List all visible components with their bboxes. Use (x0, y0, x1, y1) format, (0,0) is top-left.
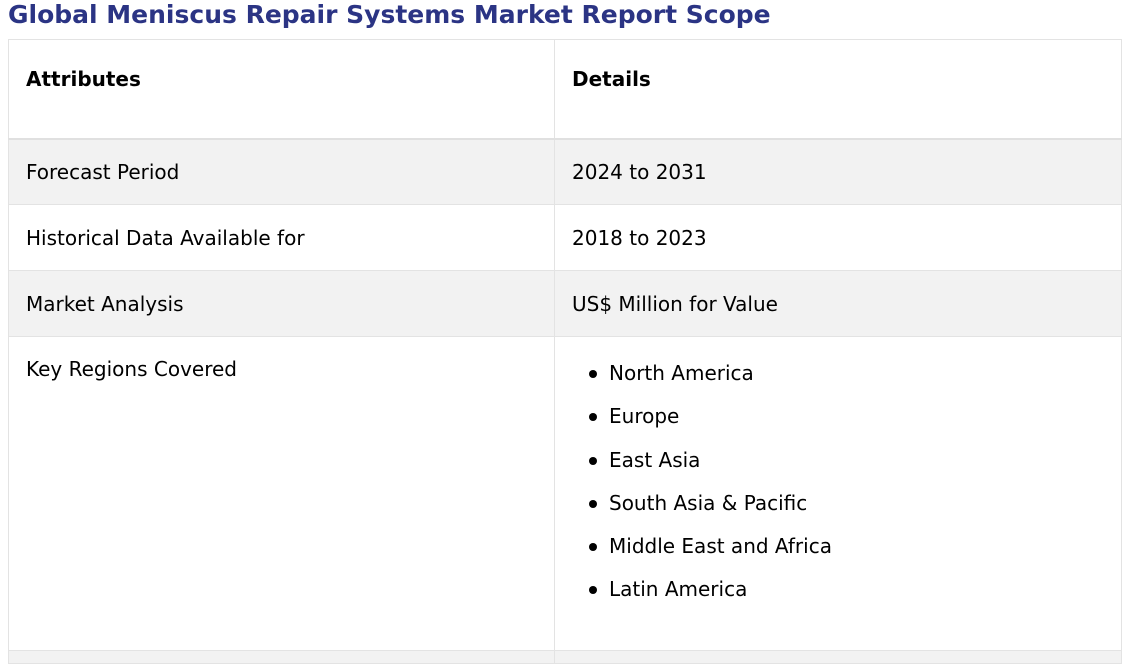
table-row: Market Analysis US$ Million for Value (8, 270, 1122, 337)
key-regions-value: North America Europe East Asia South Asi… (554, 336, 1122, 651)
forecast-period-value: 2024 to 2031 (554, 138, 1122, 205)
list-item: Latin America (589, 577, 1104, 620)
table-row: Historical Data Available for 2018 to 20… (8, 204, 1122, 271)
table-row-partial (8, 650, 1122, 664)
attributes-header: Attributes (8, 39, 555, 139)
market-analysis-label: Market Analysis (8, 270, 555, 337)
details-header: Details (554, 39, 1122, 139)
historical-data-value: 2018 to 2023 (554, 204, 1122, 271)
report-scope-table: Attributes Details Forecast Period 2024 … (8, 39, 1122, 664)
table-header-row: Attributes Details (8, 39, 1122, 139)
list-item: North America (589, 361, 1104, 404)
region-list: North America Europe East Asia South Asi… (572, 361, 1104, 621)
table-cell-empty (554, 650, 1122, 664)
list-item: Middle East and Africa (589, 534, 1104, 577)
table-cell-empty (8, 650, 555, 664)
key-regions-label: Key Regions Covered (8, 336, 555, 651)
list-item: Europe (589, 404, 1104, 447)
historical-data-label: Historical Data Available for (8, 204, 555, 271)
list-item: East Asia (589, 448, 1104, 491)
forecast-period-label: Forecast Period (8, 138, 555, 205)
market-analysis-value: US$ Million for Value (554, 270, 1122, 337)
table-row: Forecast Period 2024 to 2031 (8, 138, 1122, 205)
table-row: Key Regions Covered North America Europe… (8, 336, 1122, 651)
list-item: South Asia & Pacific (589, 491, 1104, 534)
page-title: Global Meniscus Repair Systems Market Re… (8, 0, 771, 29)
